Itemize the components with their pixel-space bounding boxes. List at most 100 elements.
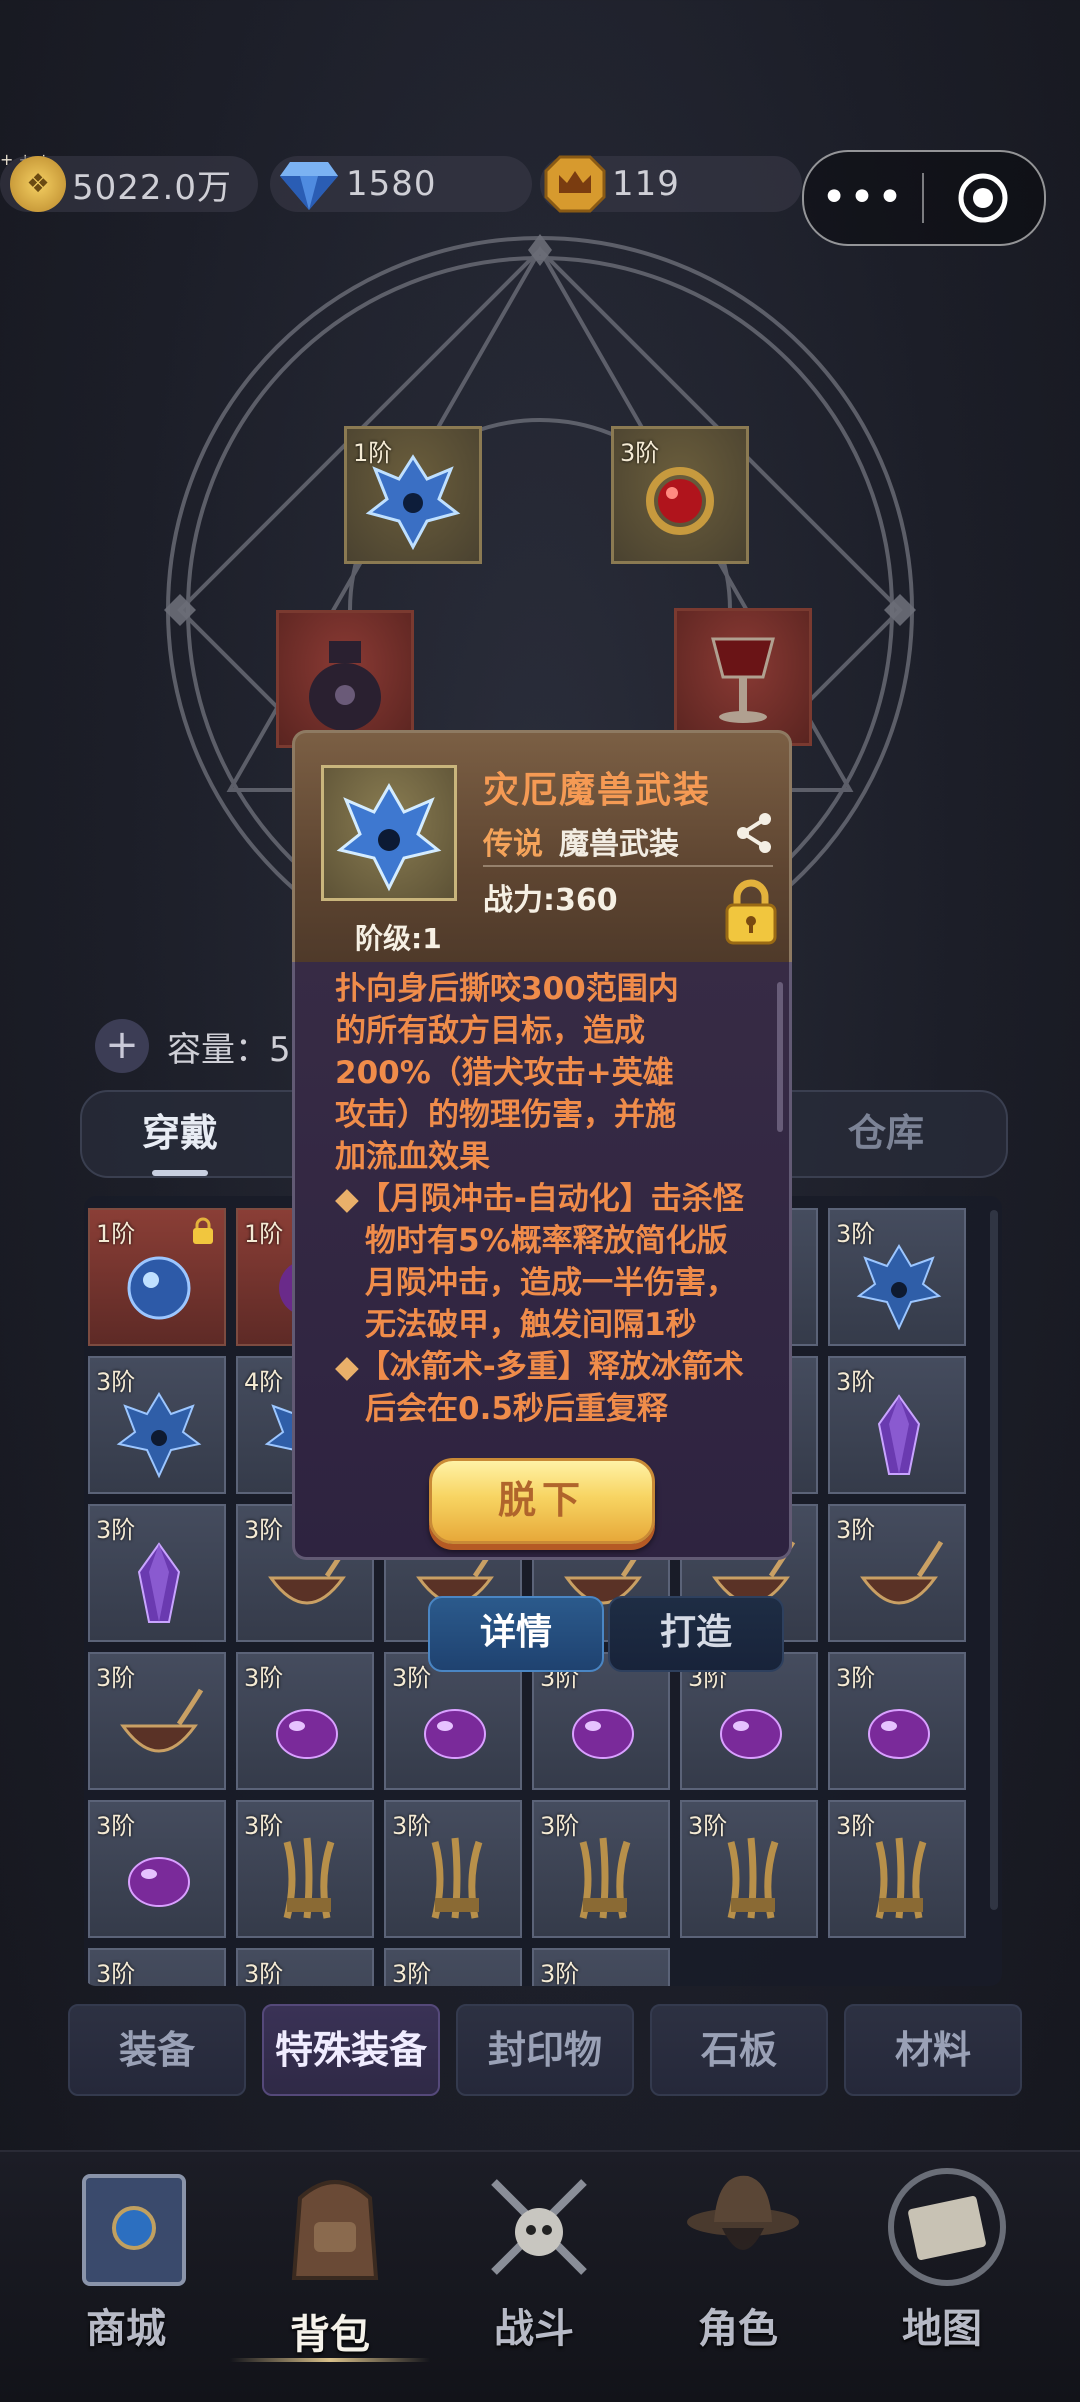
- category-special-equipment[interactable]: 特殊装备: [262, 2004, 440, 2096]
- tab-underline: [152, 1170, 208, 1176]
- purple-gem-icon: [720, 1709, 782, 1759]
- equipped-slot-helm[interactable]: 1阶: [344, 426, 482, 564]
- gold-claw-icon: [579, 1837, 631, 1919]
- inventory-slot[interactable]: 3阶: [384, 1652, 522, 1790]
- capacity-row: + 容量：5: [95, 1018, 291, 1074]
- inventory-slot[interactable]: 3阶: [680, 1652, 818, 1790]
- gold-currency: ❖ 5022.0万: [10, 150, 232, 218]
- equipped-slot-amulet[interactable]: 3阶: [611, 426, 749, 564]
- tab-warehouse[interactable]: 仓库: [848, 1102, 924, 1157]
- nav-battle[interactable]: 战斗: [444, 2162, 624, 2392]
- equipped-slot-urn[interactable]: [276, 610, 414, 748]
- inventory-slot[interactable]: 3阶: [236, 1948, 374, 1986]
- diamond-bullet-icon: ◆: [335, 1349, 359, 1385]
- blue-dragon-helm-icon: [336, 782, 442, 892]
- nav-battle-label: 战斗: [494, 2306, 574, 2352]
- inventory-slot[interactable]: 3阶: [828, 1652, 966, 1790]
- category-materials[interactable]: 材料: [844, 2004, 1022, 2096]
- inventory-slot[interactable]: 3阶: [680, 1800, 818, 1938]
- gold-claw-icon: [431, 1837, 483, 1919]
- lock-icon: [193, 1217, 213, 1244]
- purple-crystal-icon: [137, 1542, 181, 1623]
- diamond-currency: 1580: [278, 150, 437, 218]
- category-sealed-items[interactable]: 封印物: [456, 2004, 634, 2096]
- gold-claw-icon: [283, 1837, 335, 1919]
- nav-shop-label: 商城: [86, 2306, 166, 2352]
- inventory-slot[interactable]: 3阶: [384, 1948, 522, 1986]
- popup-header: 灾厄魔兽武装 传说 魔兽武装 战力:360 阶级:1: [292, 730, 792, 962]
- bottom-navigation: 商城 背包 战斗 角色 地图: [0, 2150, 1080, 2402]
- gold-claw-icon: [875, 1837, 927, 1919]
- item-type: 魔兽武装: [559, 827, 679, 862]
- purple-gem-icon: [424, 1709, 486, 1759]
- nav-backpack[interactable]: 背包: [230, 2162, 430, 2392]
- slot-tier: 1阶: [353, 439, 393, 467]
- item-icon-frame: [321, 765, 457, 901]
- purple-gem-icon: [276, 1709, 338, 1759]
- desc-bullet-text: 【月陨冲击-自动化】击杀怪物时有5%概率释放简化版月陨冲击，造成一半伤害，无法破…: [358, 1181, 744, 1343]
- dark-urn-icon: [309, 641, 381, 731]
- unequip-button[interactable]: 脱下: [429, 1458, 655, 1544]
- purple-gem-icon: [868, 1709, 930, 1759]
- backpack-icon: [291, 2180, 379, 2280]
- inventory-slot[interactable]: 3阶: [828, 1800, 966, 1938]
- gold-value: 5022.0万: [72, 167, 232, 208]
- character-hat-icon: [687, 2175, 799, 2250]
- desc-scrollbar[interactable]: [777, 982, 783, 1132]
- desc-line: 加流血效果: [335, 1139, 490, 1175]
- category-equipment[interactable]: 装备: [68, 2004, 246, 2096]
- inventory-slot[interactable]: 3阶: [532, 1800, 670, 1938]
- diamond-bullet-icon: ◆: [335, 1181, 359, 1217]
- inventory-slot[interactable]: 3阶: [532, 1652, 670, 1790]
- inventory-slot[interactable]: 3阶: [236, 1652, 374, 1790]
- item-name: 灾厄魔兽武装: [483, 770, 712, 811]
- nav-map[interactable]: 地图: [852, 2162, 1032, 2392]
- item-power: 战力:360: [483, 883, 618, 918]
- nav-shop[interactable]: 商城: [36, 2162, 216, 2392]
- capacity-label: 容量：5: [167, 1029, 291, 1070]
- slot-tier: 3阶: [620, 439, 660, 467]
- purple-gem-icon: [572, 1709, 634, 1759]
- tab-detail[interactable]: 详情: [428, 1596, 604, 1672]
- inventory-slot[interactable]: 3阶: [88, 1948, 226, 1986]
- expand-capacity-button[interactable]: +: [95, 1019, 149, 1073]
- desc-line: 扑向身后撕咬300范围内: [335, 971, 679, 1007]
- header-divider: [483, 865, 773, 867]
- inventory-scrollbar[interactable]: [990, 1210, 998, 1910]
- tab-forge[interactable]: 打造: [608, 1596, 784, 1672]
- share-icon[interactable]: [735, 811, 775, 855]
- item-rarity: 传说: [483, 827, 543, 862]
- inventory-slot[interactable]: 3阶: [88, 1652, 226, 1790]
- desc-line: 攻击）的物理伤害，并施: [335, 1097, 676, 1133]
- gold-claw-icon: [727, 1837, 779, 1919]
- desc-bullet-text: 【冰箭术-多重】释放冰箭术后会在0.5秒后重复释: [358, 1349, 744, 1427]
- inventory-slot[interactable]: 1阶: [88, 1208, 226, 1346]
- nav-backpack-label: 背包: [290, 2312, 370, 2358]
- blood-chalice-icon: [711, 637, 775, 723]
- tab-equipped[interactable]: 穿戴: [142, 1102, 218, 1157]
- nav-active-underline: [230, 2358, 430, 2362]
- inventory-slot[interactable]: 3阶: [236, 1800, 374, 1938]
- inventory-slot[interactable]: 3阶: [828, 1356, 966, 1494]
- desc-bullet-2: ◆【冰箭术-多重】释放冰箭术后会在0.5秒后重复释: [335, 1346, 755, 1430]
- inventory-slot[interactable]: 3阶: [88, 1800, 226, 1938]
- inventory-slot[interactable]: 3阶: [88, 1504, 226, 1642]
- inventory-slot[interactable]: 3阶: [532, 1948, 670, 1986]
- category-slates[interactable]: 石板: [650, 2004, 828, 2096]
- slot-tier: 3阶: [392, 1960, 432, 1986]
- inventory-slot[interactable]: 3阶: [384, 1800, 522, 1938]
- equipped-slot-chalice[interactable]: [674, 608, 812, 746]
- target-icon[interactable]: [924, 171, 1042, 225]
- blue-orb-icon: [127, 1256, 191, 1320]
- slot-tier: 3阶: [244, 1960, 284, 1986]
- inventory-slot[interactable]: 3阶: [828, 1504, 966, 1642]
- lock-icon[interactable]: [723, 879, 779, 945]
- nav-character[interactable]: 角色: [648, 2162, 828, 2392]
- nav-map-label: 地图: [902, 2306, 982, 2352]
- blue-helm-icon: [856, 1244, 942, 1331]
- more-dots-icon[interactable]: •••: [804, 176, 922, 220]
- crown-value: 119: [612, 164, 680, 204]
- inventory-slot[interactable]: 3阶: [828, 1208, 966, 1346]
- inventory-slot[interactable]: 3阶: [88, 1356, 226, 1494]
- gold-coin-icon: ❖: [10, 156, 66, 212]
